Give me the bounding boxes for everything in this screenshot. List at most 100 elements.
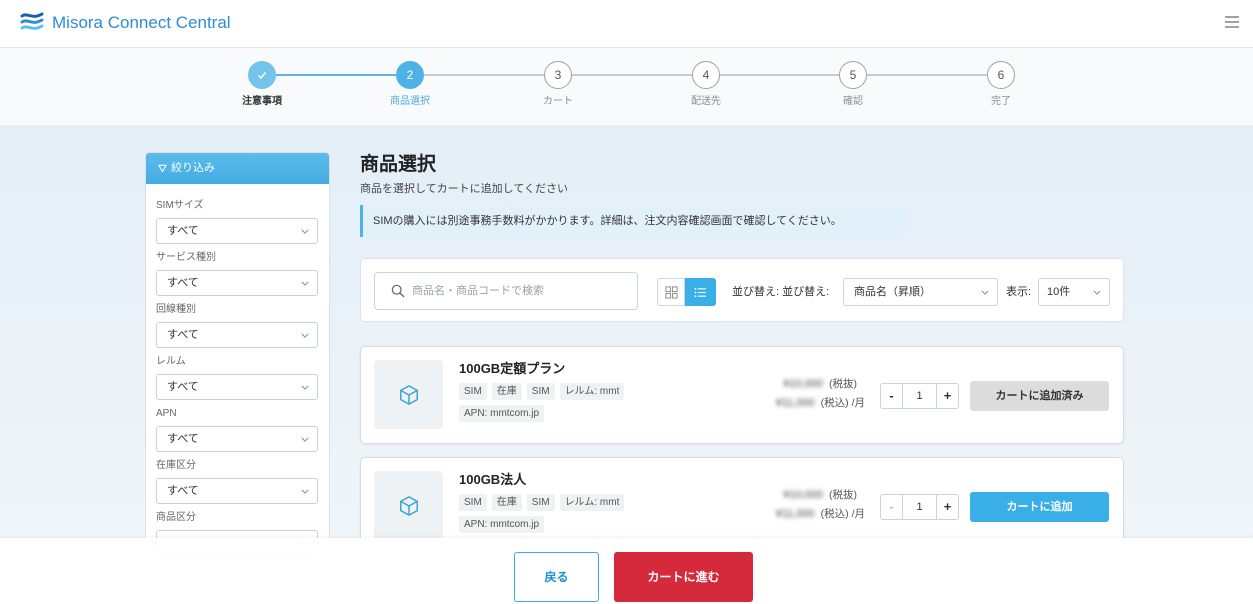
chevron-down-icon (301, 333, 309, 338)
filter-panel: 絞り込み SIMサイズ すべて サービス種別 すべて 回線種別 すべて レルム (145, 152, 330, 604)
increment-button[interactable]: + (936, 494, 959, 520)
step-2-label: 商品選択 (390, 96, 430, 107)
chevron-down-icon (301, 489, 309, 494)
filter-label: 回線種別 (156, 304, 196, 315)
price-incl-tax: ¥11,000 (775, 508, 815, 520)
realm-select[interactable]: すべて (156, 374, 318, 400)
product-name: 100GB法人 (459, 472, 527, 487)
line-type-select[interactable]: すべて (156, 322, 318, 348)
step-connector (572, 74, 692, 76)
list-view-button[interactable] (685, 278, 716, 306)
filter-group-realm: レルム すべて (156, 355, 329, 407)
decrement-button[interactable]: - (880, 383, 903, 409)
product-tag: レルム: mmt (559, 494, 625, 511)
chevron-down-icon (301, 437, 309, 442)
back-button[interactable]: 戻る (514, 552, 599, 602)
select-value: すべて (167, 225, 199, 237)
price-excl-tax-row: ¥10,000 (税抜) (776, 486, 865, 505)
filter-body: SIMサイズ すべて サービス種別 すべて 回線種別 すべて レルム すべて A… (146, 184, 329, 563)
chevron-down-icon (301, 281, 309, 286)
filter-header[interactable]: 絞り込み (146, 153, 329, 184)
product-tags: SIM 在庫 SIM レルム: mmt (459, 494, 625, 511)
step-6-indicator: 6 (987, 61, 1015, 89)
add-to-cart-button[interactable]: カートに追加 (970, 492, 1109, 522)
decrement-button[interactable]: - (880, 494, 903, 520)
filter-label: 商品区分 (156, 512, 196, 523)
product-tags: SIM 在庫 SIM レルム: mmt (459, 383, 625, 400)
product-card: 100GB定額プラン SIM 在庫 SIM レルム: mmt APN: mmtc… (360, 346, 1124, 444)
per-page-label: 表示: (1006, 286, 1032, 298)
search-input[interactable] (412, 273, 632, 309)
apn-tag: APN: mmtcom.jp (459, 516, 545, 533)
price-excl-tax-note: (税抜) (829, 489, 857, 501)
select-value: すべて (167, 329, 199, 341)
list-view-icon (694, 287, 706, 297)
wave-stripes-icon (19, 11, 45, 33)
service-type-select[interactable]: すべて (156, 270, 318, 296)
product-apn: APN: mmtcom.jp (459, 516, 545, 533)
chevron-down-icon (301, 229, 309, 234)
check-icon (257, 71, 267, 79)
app-header: Misora Connect Central (0, 0, 1253, 48)
product-name: 100GB定額プラン (459, 361, 566, 376)
apn-tag: APN: mmtcom.jp (459, 405, 545, 422)
grid-view-button[interactable] (657, 278, 685, 306)
step-2-indicator: 2 (396, 61, 424, 89)
product-tag: レルム: mmt (559, 383, 625, 400)
quantity-field[interactable]: 1 (903, 494, 936, 520)
search-icon (391, 284, 405, 298)
step-connector (276, 74, 396, 76)
page-subtitle: 商品を選択してカートに追加してください (360, 183, 569, 195)
per-page-select[interactable]: 10件 (1038, 278, 1110, 306)
select-value: すべて (167, 277, 199, 289)
hamburger-icon[interactable] (1224, 15, 1240, 29)
filter-group-service-type: サービス種別 すべて (156, 251, 329, 303)
step-1-indicator (248, 61, 276, 89)
price-incl-tax-note: (税込) (820, 508, 849, 520)
quantity-field[interactable]: 1 (903, 383, 936, 409)
filter-label: 在庫区分 (156, 460, 196, 471)
sort-select[interactable]: 商品名（昇順） (843, 278, 998, 306)
select-value: 10件 (1047, 286, 1071, 298)
product-tag: 在庫 (491, 494, 522, 511)
price-incl-tax-row: ¥11,000 (税込) /月 (776, 394, 865, 413)
increment-button[interactable]: + (936, 383, 959, 409)
sort-label: 並び替え: 並び替え: (732, 286, 830, 298)
select-value: 商品名（昇順） (854, 286, 931, 298)
cube-icon (399, 384, 418, 405)
price-period: /月 (851, 508, 865, 520)
step-6-label: 完了 (991, 96, 1011, 107)
brand-name[interactable]: Misora Connect Central (52, 12, 231, 34)
filter-group-apn: APN すべて (156, 407, 329, 459)
price-excl-tax: ¥10,000 (783, 489, 823, 501)
step-4-label: 配送先 (691, 96, 721, 107)
stock-category-select[interactable]: すべて (156, 478, 318, 504)
price-period: /月 (851, 397, 865, 409)
search-box (374, 272, 638, 310)
progress-stepper: 注意事項 2 商品選択 3 カート 4 配送先 5 確認 6 完了 (0, 48, 1253, 125)
filter-label: レルム (156, 356, 186, 367)
step-4-indicator: 4 (692, 61, 720, 89)
product-price: ¥10,000 (税抜) ¥11,000 (税込) /月 (776, 486, 865, 524)
sim-size-select[interactable]: すべて (156, 218, 318, 244)
product-price: ¥10,000 (税抜) ¥11,000 (税込) /月 (776, 375, 865, 413)
info-notice: SIMの購入には別途事務手数料がかかります。詳細は、注文内容確認画面で確認してく… (360, 205, 906, 237)
price-excl-tax: ¥10,000 (783, 378, 823, 390)
apn-select[interactable]: すべて (156, 426, 318, 452)
proceed-to-cart-button[interactable]: カートに進む (614, 552, 753, 602)
added-to-cart-button[interactable]: カートに追加済み (970, 381, 1109, 411)
price-incl-tax-note: (税込) (820, 397, 849, 409)
step-connector (867, 74, 987, 76)
step-connector (720, 74, 839, 76)
filter-group-sim-size: SIMサイズ すべて (156, 199, 329, 251)
product-tag: SIM (526, 383, 555, 400)
price-excl-tax-note: (税抜) (829, 378, 857, 390)
select-value: すべて (167, 433, 199, 445)
product-tag: 在庫 (491, 383, 522, 400)
filter-icon (158, 164, 167, 173)
quantity-stepper: - 1 + (880, 383, 959, 409)
cube-icon (399, 495, 418, 516)
product-apn: APN: mmtcom.jp (459, 405, 545, 422)
step-5-label: 確認 (843, 96, 863, 107)
step-connector (424, 74, 544, 76)
